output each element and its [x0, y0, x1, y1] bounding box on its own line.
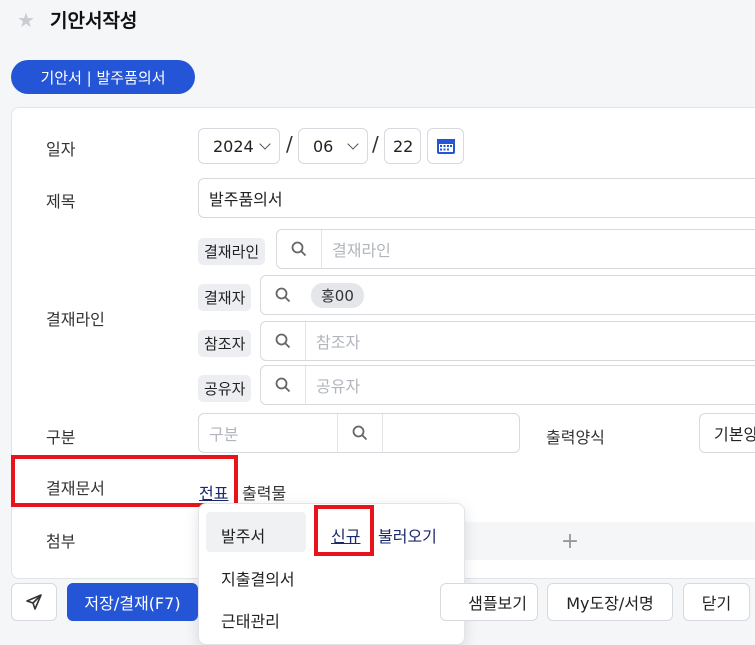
- output-format-value: 기본양: [714, 425, 755, 444]
- output-format-select[interactable]: 기본양: [699, 413, 755, 453]
- search-icon[interactable]: [338, 414, 383, 452]
- subject-input[interactable]: 발주품의서: [198, 178, 755, 218]
- day-value: 22: [393, 136, 414, 156]
- date-separator: /: [286, 132, 293, 156]
- close-button[interactable]: 닫기: [683, 583, 750, 621]
- send-button[interactable]: [11, 583, 57, 621]
- reference-placeholder: 참조자: [316, 333, 361, 352]
- month-value: 06: [313, 136, 334, 156]
- approval-line-tag: 결재라인: [198, 238, 266, 265]
- chevron-down-icon: [347, 138, 359, 150]
- share-placeholder: 공유자: [316, 377, 361, 396]
- category-input[interactable]: 구분: [198, 413, 520, 453]
- dropdown-item-attendance[interactable]: 근태관리: [221, 608, 280, 632]
- dropdown-item-order[interactable]: 발주서: [221, 523, 265, 547]
- category-placeholder: 구분: [209, 425, 239, 444]
- year-value: 2024: [213, 136, 254, 156]
- approval-line-placeholder: 결재라인: [332, 241, 391, 260]
- new-link-highlight: [314, 505, 374, 556]
- chevron-down-icon: [259, 138, 271, 150]
- output-format-label: 출력양식: [546, 428, 605, 447]
- load-link[interactable]: 불러오기: [378, 523, 437, 547]
- year-select[interactable]: 2024: [198, 128, 280, 164]
- reference-input[interactable]: 참조자: [260, 321, 755, 361]
- dropdown-item-expense[interactable]: 지출결의서: [221, 566, 295, 590]
- share-tag: 공유자: [198, 375, 252, 402]
- document-label: 결재문서: [46, 479, 105, 498]
- approver-input[interactable]: 홍00: [260, 275, 755, 315]
- category-label: 구분: [46, 428, 76, 447]
- favorite-star-icon[interactable]: ★: [17, 8, 35, 32]
- category-text-segment: 구분: [199, 414, 338, 452]
- save-approve-button[interactable]: 저장/결재(F7): [67, 583, 198, 621]
- subject-value: 발주품의서: [209, 190, 283, 209]
- approval-line-label: 결재라인: [46, 310, 105, 329]
- month-select[interactable]: 06: [298, 128, 368, 164]
- search-icon[interactable]: [261, 276, 305, 314]
- reference-tag: 참조자: [198, 330, 252, 357]
- approver-tag: 결재자: [198, 284, 252, 311]
- subject-label: 제목: [46, 192, 76, 211]
- calendar-icon: [436, 139, 455, 154]
- day-input[interactable]: 22: [384, 128, 421, 164]
- date-label: 일자: [46, 140, 76, 159]
- sample-view-button[interactable]: 샘플보기: [440, 583, 538, 621]
- date-separator: /: [372, 132, 379, 156]
- my-seal-button[interactable]: My도장/서명: [547, 583, 673, 621]
- document-type-chip[interactable]: 기안서 | 발주품의서: [11, 60, 195, 94]
- search-icon[interactable]: [261, 366, 306, 404]
- search-icon[interactable]: [277, 230, 322, 268]
- search-icon[interactable]: [261, 322, 306, 360]
- voucher-link[interactable]: 전표: [199, 480, 228, 504]
- approver-chip[interactable]: 홍00: [311, 282, 364, 308]
- approval-line-input[interactable]: 결재라인: [276, 229, 755, 269]
- calendar-button[interactable]: [427, 128, 464, 164]
- plus-icon: +: [560, 528, 580, 554]
- share-input[interactable]: 공유자: [260, 365, 755, 405]
- attachment-label: 첨부: [46, 532, 76, 551]
- send-icon: [26, 594, 42, 610]
- printout-link[interactable]: 출력물: [242, 480, 286, 504]
- sample-view-label: 샘플보기: [468, 594, 527, 613]
- page-title: 기안서작성: [50, 10, 138, 32]
